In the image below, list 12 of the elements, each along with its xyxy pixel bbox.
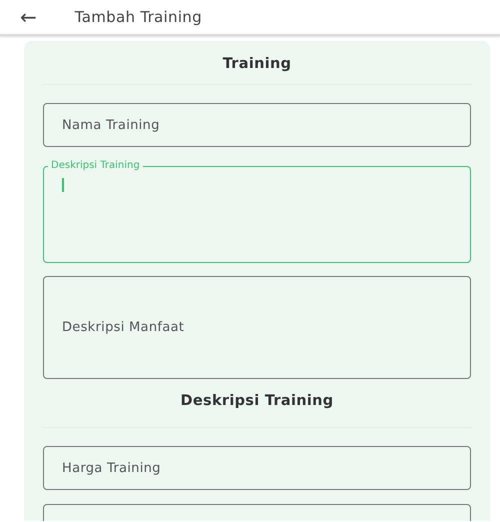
text-area[interactable]: Deskripsi Manfaat — [43, 276, 471, 379]
page-title: Tambah Training — [74, 8, 202, 26]
back-button[interactable]: ← — [20, 7, 37, 27]
text-cursor — [62, 178, 64, 192]
section-title: Deskripsi Training — [43, 379, 471, 428]
placeholder: Deskripsi Manfaat — [62, 320, 184, 335]
input-field[interactable]: Harga Training — [43, 446, 471, 490]
placeholder: Harga Training — [62, 460, 161, 476]
field-label: Deskripsi Training — [50, 160, 141, 172]
section-title: Training — [43, 51, 471, 85]
placeholder: Nama Training — [62, 118, 160, 132]
input-field[interactable]: Nama Training — [43, 103, 471, 147]
